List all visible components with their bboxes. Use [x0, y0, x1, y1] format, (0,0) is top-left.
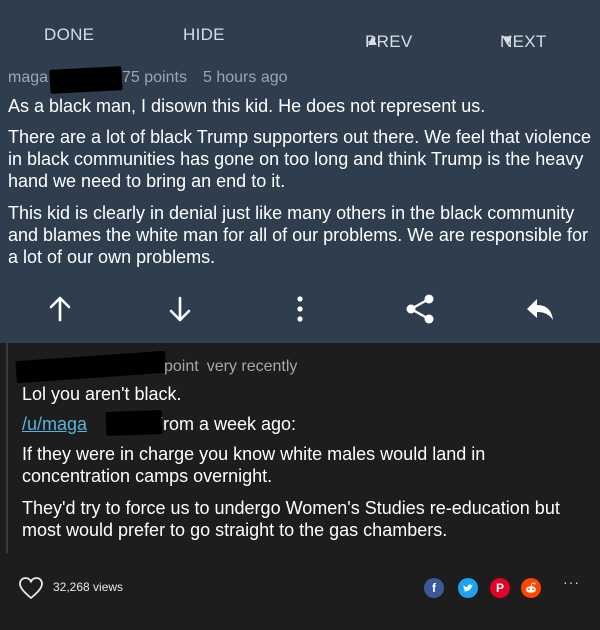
comment-author[interactable]: maga: [8, 69, 48, 86]
done-button[interactable]: DONE: [44, 25, 94, 45]
view-count: 32,268 views: [53, 580, 124, 594]
comment-paragraph: This kid is clearly in denial just like …: [8, 203, 588, 267]
heart-icon[interactable]: [18, 576, 44, 600]
redaction-mark: [49, 66, 123, 94]
comment-paragraph: There are a lot of black Trump supporter…: [8, 127, 591, 191]
reply-paragraph: They'd try to force us to undergo Women'…: [22, 498, 560, 540]
post-footer: 32,268 views f P ···: [0, 568, 600, 608]
arrow-up-icon[interactable]: [40, 289, 80, 329]
reply-age: very recently: [206, 358, 298, 375]
reddit-alien-icon: [526, 582, 536, 593]
comment-points: 75 points: [122, 69, 187, 86]
reply-icon[interactable]: [520, 289, 560, 329]
comment-nav-bar: DONE HIDE ▲ PREV NEXT ▼: [0, 18, 600, 51]
reddit-share-icon[interactable]: [521, 578, 541, 598]
pinterest-share-icon[interactable]: P: [490, 578, 510, 598]
arrow-down-icon[interactable]: [160, 289, 200, 329]
user-link[interactable]: /u/maga: [22, 414, 87, 434]
redaction-mark: [105, 410, 163, 436]
twitter-share-icon[interactable]: [458, 578, 478, 598]
hide-button[interactable]: HIDE: [183, 25, 225, 45]
reply-paragraph: If they were in charge you know white ma…: [22, 444, 486, 486]
prev-label: PREV: [365, 32, 413, 51]
triangle-down-icon: ▼: [500, 32, 516, 49]
reply-points: point: [164, 358, 199, 375]
share-icon[interactable]: [400, 289, 440, 329]
reply-from-label: From a week ago:: [152, 414, 297, 434]
comment-paragraph: As a black man, I disown this kid. He do…: [8, 96, 486, 116]
comment-age: 5 hours ago: [203, 69, 288, 86]
more-vertical-icon[interactable]: [280, 289, 320, 329]
comment-meta: maga 75 points 5 hours ago: [8, 69, 288, 87]
facebook-share-icon[interactable]: f: [424, 578, 444, 598]
reply-paragraph: Lol you aren't black.: [22, 384, 182, 404]
comment-action-bar: [0, 289, 600, 329]
more-options-icon[interactable]: ···: [563, 574, 580, 590]
reply-meta: point very recently: [164, 358, 297, 376]
twitter-bird-icon: [463, 584, 473, 592]
